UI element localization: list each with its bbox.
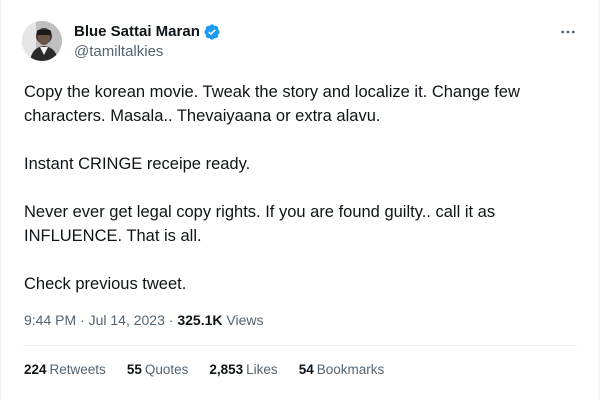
display-name-row: Blue Sattai Maran [74, 22, 221, 42]
tweet-text: Copy the korean movie. Tweak the story a… [24, 80, 579, 296]
tweet-card: Blue Sattai Maran @tamiltalkies Copy the… [0, 0, 600, 400]
tweet-paragraph: Instant CRINGE receipe ready. [24, 155, 251, 173]
author-handle[interactable]: @tamiltalkies [74, 42, 221, 62]
tweet-meta: 9:44 PM · Jul 14, 2023 · 325.1K Views [24, 310, 263, 330]
stat-label: Quotes [144, 362, 189, 377]
user-avatar-icon [22, 21, 62, 61]
views-count[interactable]: 325.1K [177, 312, 222, 328]
views-label: Views [226, 312, 264, 328]
stat-retweets[interactable]: 224 Retweets [24, 360, 106, 380]
stat-label: Likes [246, 362, 278, 377]
author-info: Blue Sattai Maran @tamiltalkies [74, 22, 221, 62]
stat-label: Retweets [49, 362, 106, 377]
author-avatar[interactable] [22, 21, 62, 61]
tweet-paragraph: Copy the korean movie. Tweak the story a… [24, 83, 520, 125]
stat-likes[interactable]: 2,853 Likes [209, 360, 277, 380]
stat-count: 54 [298, 362, 314, 377]
tweet-date[interactable]: Jul 14, 2023 [89, 312, 165, 328]
verified-badge-icon[interactable] [203, 23, 221, 41]
divider [22, 345, 578, 346]
tweet-paragraph: Check previous tweet. [24, 275, 187, 293]
author-display-name[interactable]: Blue Sattai Maran [74, 22, 200, 42]
tweet-paragraph: Never ever get legal copy rights. If you… [24, 203, 496, 245]
tweet-stats: 224 Retweets 55 Quotes 2,853 Likes 54 Bookma… [24, 360, 405, 380]
tweet-time[interactable]: 9:44 PM [24, 312, 76, 328]
meta-separator: · [80, 312, 89, 328]
stat-count: 224 [24, 362, 47, 377]
more-options-icon[interactable] [557, 22, 579, 42]
stat-label: Bookmarks [316, 362, 385, 377]
stat-count: 2,853 [209, 362, 244, 377]
stat-bookmarks[interactable]: 54 Bookmarks [299, 360, 385, 380]
stat-quotes[interactable]: 55 Quotes [127, 360, 189, 380]
stat-count: 55 [126, 362, 142, 377]
